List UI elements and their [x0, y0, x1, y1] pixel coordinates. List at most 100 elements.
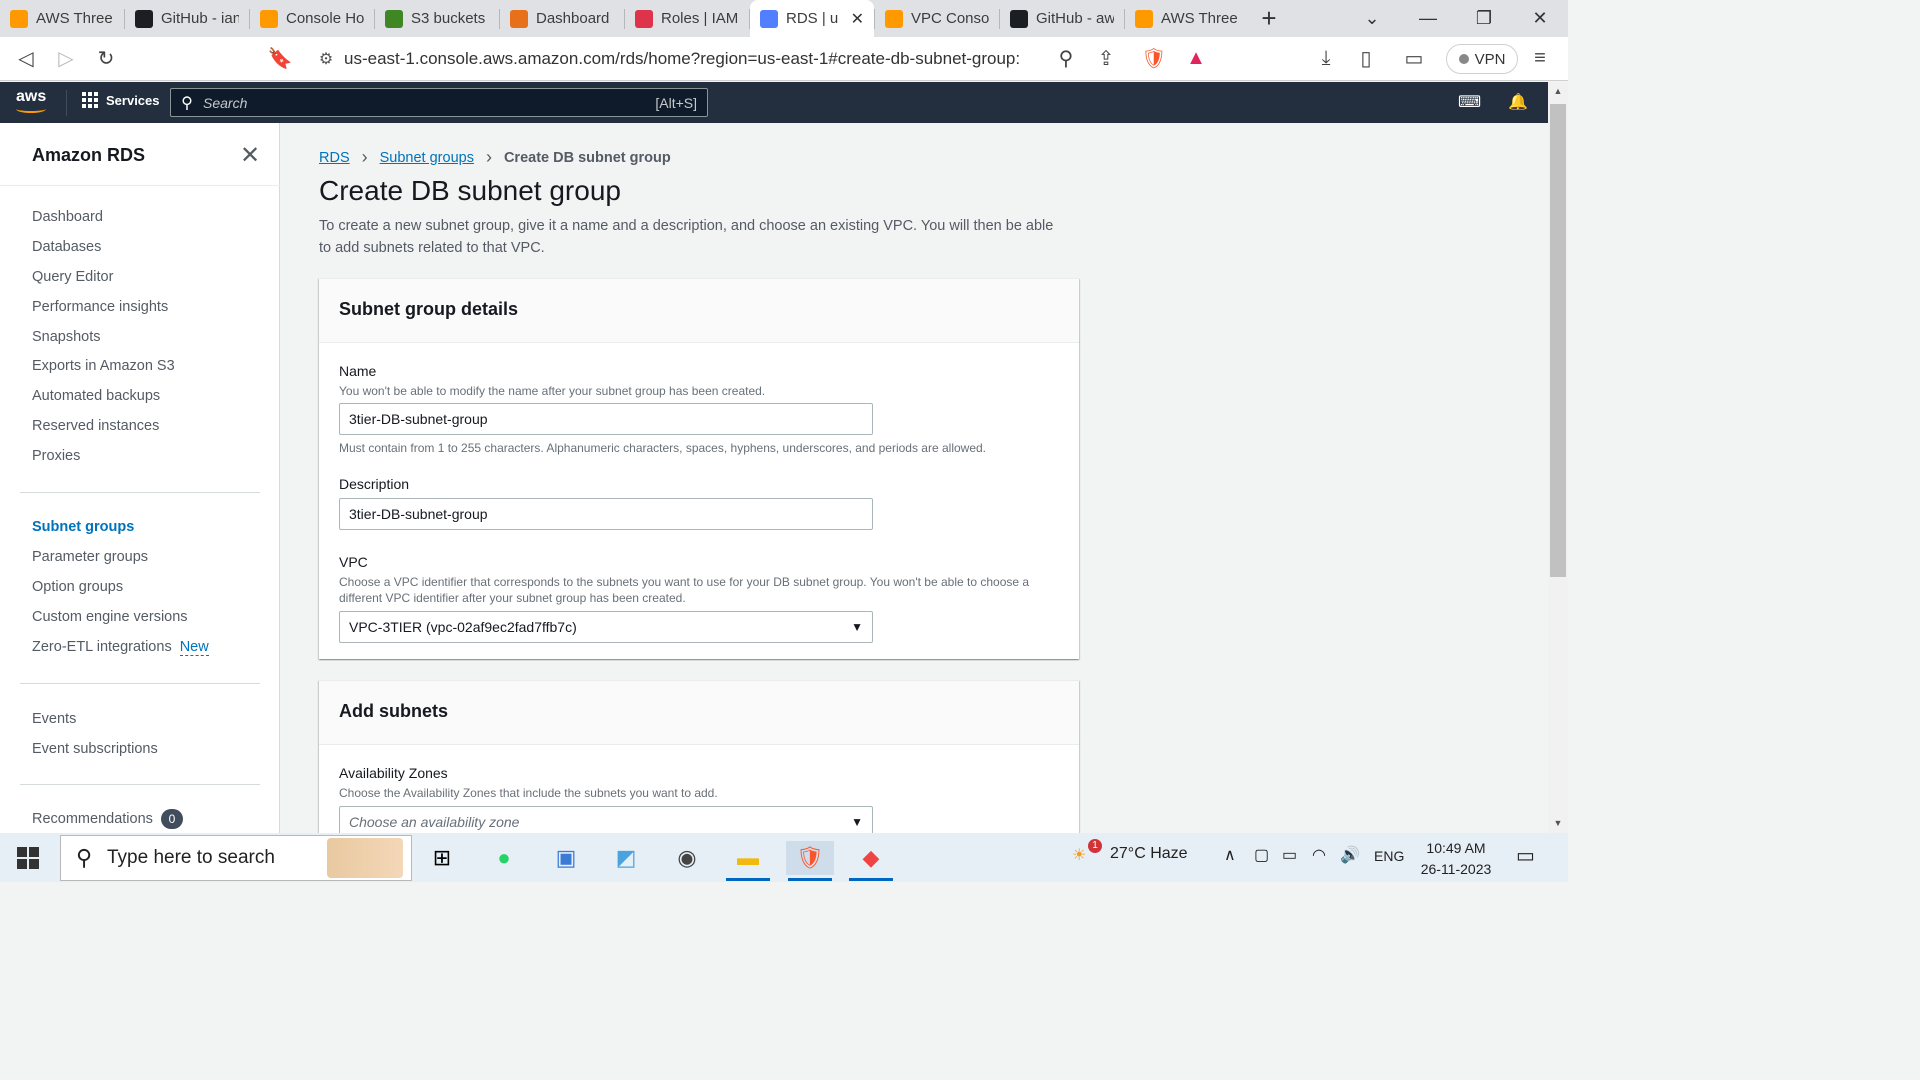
browser-tab[interactable]: Roles | IAM	[625, 0, 749, 37]
panel-heading: Subnet group details	[319, 279, 1079, 343]
git-app-icon[interactable]: ◆	[847, 841, 895, 881]
weather-icon[interactable]: ☀	[1072, 845, 1086, 865]
task-view-icon[interactable]: ⊞	[418, 841, 466, 875]
sidebar-toggle-icon[interactable]: ▯	[1346, 37, 1386, 81]
browser-tab[interactable]: S3 buckets |	[375, 0, 499, 37]
tab-label: S3 buckets |	[411, 10, 489, 27]
page-scrollbar[interactable]: ▲ ▼	[1548, 82, 1568, 833]
search-highlight-image	[327, 838, 403, 878]
tab-label: RDS | u	[786, 10, 839, 27]
minimize-button[interactable]: —	[1400, 0, 1456, 37]
windows-start-icon[interactable]	[17, 847, 39, 869]
brave-shields-icon[interactable]: 🛡	[1134, 37, 1174, 81]
site-info-icon[interactable]: ⚙	[308, 49, 344, 69]
sidebar-item-databases[interactable]: Databases	[32, 239, 101, 255]
browser-tab[interactable]: AWS Three T	[0, 0, 124, 37]
scroll-down-arrow-icon[interactable]: ▼	[1548, 818, 1568, 828]
browser-tab[interactable]: Console Hor	[250, 0, 374, 37]
tab-search-chevron-icon[interactable]: ⌄	[1344, 0, 1400, 37]
aws-logo[interactable]: aws	[16, 88, 46, 113]
sidebar-divider	[20, 784, 260, 785]
clock-time: 10:49 AM	[1426, 840, 1486, 856]
sidebar-item-performance-insights[interactable]: Performance insights	[32, 299, 168, 315]
file-explorer-icon[interactable]: ▬	[724, 841, 772, 881]
browser-tab[interactable]: Dashboard |	[500, 0, 624, 37]
notifications-bell-icon[interactable]: 🔔	[1508, 92, 1528, 112]
sidebar-item-query-editor[interactable]: Query Editor	[32, 269, 113, 285]
wifi-icon[interactable]: ◠	[1312, 845, 1326, 865]
meet-now-icon[interactable]: ▢	[1254, 845, 1269, 865]
services-button[interactable]: Services	[82, 92, 160, 108]
notes-app-icon[interactable]: ◩	[602, 841, 650, 875]
sidebar-item-dashboard[interactable]: Dashboard	[32, 209, 103, 225]
sidebar-item-recommendations[interactable]: Recommendations 0	[32, 809, 183, 829]
browser-tab[interactable]: RDS | u ✕	[750, 0, 874, 37]
sidebar-item-automated-backups[interactable]: Automated backups	[32, 388, 160, 404]
downloads-icon[interactable]: ⤓	[1306, 37, 1346, 81]
weather-text[interactable]: 27°C Haze	[1110, 845, 1188, 863]
sidebar-header-divider	[0, 185, 280, 186]
vpc-select[interactable]: VPC-3TIER (vpc-02af9ec2fad7ffb7c) ▼	[339, 611, 873, 643]
sidebar-item-events[interactable]: Events	[32, 711, 76, 727]
console-search-input[interactable]: ⚲ Search [Alt+S]	[170, 88, 708, 117]
bookmark-icon[interactable]: 🔖	[260, 37, 300, 81]
page-description: To create a new subnet group, give it a …	[319, 218, 1054, 256]
cloudshell-icon[interactable]: ⌨	[1458, 92, 1481, 112]
zoom-icon[interactable]: ⚲	[1046, 37, 1086, 81]
restore-button[interactable]: ❐	[1456, 0, 1512, 37]
sidebar-item-proxies[interactable]: Proxies	[32, 448, 80, 464]
browser-tab[interactable]: VPC Console	[875, 0, 999, 37]
sidebar-item-subnet-groups[interactable]: Subnet groups	[32, 519, 134, 535]
brave-browser-icon[interactable]: 🛡	[786, 841, 834, 881]
taskbar-search-input[interactable]: ⚲ Type here to search	[60, 835, 412, 881]
availability-zone-select[interactable]: Choose an availability zone ▼	[339, 806, 873, 833]
sidebar-item-exports-s3[interactable]: Exports in Amazon S3	[32, 358, 175, 374]
browser-tab[interactable]: GitHub - ian	[125, 0, 249, 37]
nav-divider	[66, 90, 67, 116]
description-input[interactable]: 3tier-DB-subnet-group	[339, 498, 873, 530]
sidebar-item-parameter-groups[interactable]: Parameter groups	[32, 549, 148, 565]
services-label: Services	[106, 92, 160, 108]
new-tab-button[interactable]: +	[1249, 0, 1289, 37]
wallet-icon[interactable]: ▭	[1394, 37, 1434, 81]
new-badge[interactable]: New	[179, 639, 209, 656]
close-tab-icon[interactable]: ✕	[851, 9, 864, 29]
name-input[interactable]: 3tier-DB-subnet-group	[339, 403, 873, 435]
browser-tab[interactable]: AWS Three	[1125, 0, 1249, 37]
app-running-indicator	[788, 878, 832, 881]
close-sidebar-icon[interactable]: ✕	[240, 141, 260, 170]
browser-tab[interactable]: GitHub - aw	[1000, 0, 1124, 37]
close-window-button[interactable]: ✕	[1512, 0, 1568, 37]
description-label: Description	[339, 476, 410, 492]
tab-label: VPC Console	[911, 10, 989, 27]
laptop-app-icon[interactable]: ▣	[542, 841, 590, 875]
system-clock[interactable]: 10:49 AM 26-11-2023	[1410, 838, 1502, 880]
share-icon[interactable]: ⇪	[1086, 37, 1126, 81]
battery-icon[interactable]: ▭	[1282, 845, 1297, 865]
scrollbar-thumb[interactable]	[1550, 104, 1566, 577]
vpn-button[interactable]: VPN	[1446, 44, 1518, 74]
tab-strip: AWS Three T GitHub - ian Console Hor S3 buc…	[0, 0, 1249, 37]
sidebar-item-snapshots[interactable]: Snapshots	[32, 329, 101, 345]
scroll-up-arrow-icon[interactable]: ▲	[1548, 86, 1568, 96]
sidebar-item-reserved-instances[interactable]: Reserved instances	[32, 418, 159, 434]
forward-button[interactable]: ▷	[46, 37, 86, 81]
notifications-icon[interactable]: ▭	[1516, 843, 1535, 868]
breadcrumb-subnet-groups-link[interactable]: Subnet groups	[380, 150, 474, 166]
camera-app-icon[interactable]: ◉	[663, 841, 711, 875]
show-hidden-icons-icon[interactable]: ∧	[1224, 845, 1236, 865]
volume-icon[interactable]: 🔊	[1340, 845, 1360, 865]
breadcrumb-rds-link[interactable]: RDS	[319, 150, 350, 166]
menu-icon[interactable]: ≡	[1520, 37, 1560, 81]
whatsapp-icon[interactable]: ●	[480, 841, 528, 875]
url-field[interactable]: ⚙ us-east-1.console.aws.amazon.com/rds/h…	[308, 43, 1078, 75]
reload-button[interactable]: ↻	[86, 37, 126, 81]
language-indicator[interactable]: ENG	[1374, 848, 1404, 864]
sidebar-item-zero-etl[interactable]: Zero-ETL integrations New	[32, 639, 209, 656]
sidebar-item-custom-engine-versions[interactable]: Custom engine versions	[32, 609, 188, 625]
sidebar-item-option-groups[interactable]: Option groups	[32, 579, 123, 595]
sidebar-item-event-subscriptions[interactable]: Event subscriptions	[32, 741, 158, 757]
brave-rewards-icon[interactable]: ▲	[1176, 37, 1216, 81]
back-button[interactable]: ◁	[6, 37, 46, 81]
name-description: You won't be able to modify the name aft…	[339, 384, 766, 398]
